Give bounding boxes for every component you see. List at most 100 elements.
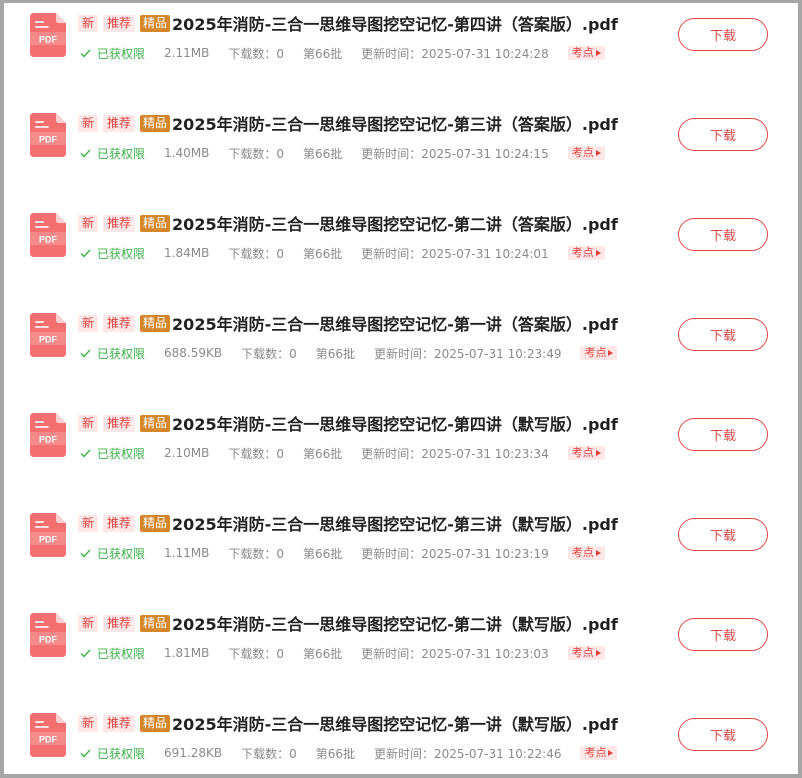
tag-fine: 精品 xyxy=(140,214,171,232)
permission-status: 已获权限 xyxy=(80,345,145,362)
point-badge[interactable]: 考点 xyxy=(567,646,605,660)
tag-new: 新 xyxy=(78,214,99,232)
tag-recommend: 推荐 xyxy=(103,714,136,732)
point-badge[interactable]: 考点 xyxy=(567,446,605,460)
file-title[interactable]: 2025年消防-三合一思维导图挖空记忆-第一讲（默写版）.pdf xyxy=(172,711,618,735)
file-row: PDF 新 推荐 精品 2025年消防-三合一思维导图挖空记忆-第二讲（答案版）… xyxy=(4,203,798,303)
title-line: 新 推荐 精品 2025年消防-三合一思维导图挖空记忆-第一讲（答案版）.pdf xyxy=(78,310,618,336)
file-size: 2.10MB xyxy=(164,446,210,460)
meta-line: 已获权限 1.11MB 下载数：0 第66批 更新时间：2025-07-31 1… xyxy=(80,544,605,562)
pdf-file-icon: PDF xyxy=(30,113,66,157)
permission-label: 已获权限 xyxy=(97,146,146,161)
update-time: 更新时间：2025-07-31 10:23:03 xyxy=(361,646,549,661)
check-icon xyxy=(80,549,91,558)
download-button[interactable]: 下载 xyxy=(678,218,768,251)
update-time: 更新时间：2025-07-31 10:23:19 xyxy=(361,546,549,561)
file-row: PDF 新 推荐 精品 2025年消防-三合一思维导图挖空记忆-第三讲（默写版）… xyxy=(4,503,798,603)
pdf-file-icon: PDF xyxy=(30,513,66,557)
tag-fine: 精品 xyxy=(140,414,171,432)
pdf-file-icon: PDF xyxy=(30,613,66,657)
download-button[interactable]: 下载 xyxy=(678,18,768,51)
tag-recommend: 推荐 xyxy=(103,514,136,532)
permission-label: 已获权限 xyxy=(97,546,146,561)
file-title[interactable]: 2025年消防-三合一思维导图挖空记忆-第二讲（答案版）.pdf xyxy=(172,211,618,235)
permission-label: 已获权限 xyxy=(97,46,146,61)
update-time: 更新时间：2025-07-31 10:24:15 xyxy=(361,146,549,161)
file-title[interactable]: 2025年消防-三合一思维导图挖空记忆-第三讲（答案版）.pdf xyxy=(172,111,618,135)
point-badge[interactable]: 考点 xyxy=(567,146,605,160)
batch-label: 第66批 xyxy=(302,146,343,161)
meta-line: 已获权限 2.11MB 下载数：0 第66批 更新时间：2025-07-31 1… xyxy=(80,44,605,62)
batch-label: 第66批 xyxy=(315,346,356,361)
permission-label: 已获权限 xyxy=(97,246,146,261)
download-button[interactable]: 下载 xyxy=(678,618,768,651)
batch-label: 第66批 xyxy=(302,446,343,461)
check-icon xyxy=(80,749,91,758)
tag-recommend: 推荐 xyxy=(103,214,136,232)
point-badge[interactable]: 考点 xyxy=(580,746,618,760)
file-size: 1.40MB xyxy=(164,146,210,160)
download-count: 下载数：0 xyxy=(241,746,297,761)
pdf-file-icon: PDF xyxy=(30,413,66,457)
download-count: 下载数：0 xyxy=(228,546,284,561)
tag-fine: 精品 xyxy=(140,514,171,532)
file-title[interactable]: 2025年消防-三合一思维导图挖空记忆-第三讲（默写版）.pdf xyxy=(172,511,618,535)
download-count: 下载数：0 xyxy=(228,46,284,61)
check-icon xyxy=(80,49,91,58)
file-row: PDF 新 推荐 精品 2025年消防-三合一思维导图挖空记忆-第三讲（答案版）… xyxy=(4,103,798,203)
play-arrow-icon xyxy=(595,650,601,656)
file-size: 1.81MB xyxy=(164,646,210,660)
tag-recommend: 推荐 xyxy=(103,414,136,432)
file-row: PDF 新 推荐 精品 2025年消防-三合一思维导图挖空记忆-第四讲（默写版）… xyxy=(4,403,798,503)
download-button[interactable]: 下载 xyxy=(678,518,768,551)
title-line: 新 推荐 精品 2025年消防-三合一思维导图挖空记忆-第三讲（答案版）.pdf xyxy=(78,110,618,136)
point-badge[interactable]: 考点 xyxy=(567,46,605,60)
meta-line: 已获权限 1.81MB 下载数：0 第66批 更新时间：2025-07-31 1… xyxy=(80,644,605,662)
permission-status: 已获权限 xyxy=(80,545,145,562)
file-title[interactable]: 2025年消防-三合一思维导图挖空记忆-第一讲（答案版）.pdf xyxy=(172,311,618,335)
tag-recommend: 推荐 xyxy=(103,14,136,32)
meta-line: 已获权限 688.59KB 下载数：0 第66批 更新时间：2025-07-31… xyxy=(80,344,618,362)
tag-new: 新 xyxy=(78,114,99,132)
file-title[interactable]: 2025年消防-三合一思维导图挖空记忆-第四讲（默写版）.pdf xyxy=(172,411,618,435)
tag-fine: 精品 xyxy=(140,714,171,732)
point-label: 考点 xyxy=(571,46,594,59)
tag-new: 新 xyxy=(78,414,99,432)
download-button-label: 下载 xyxy=(709,429,736,444)
file-size: 688.59KB xyxy=(164,346,223,360)
play-arrow-icon xyxy=(608,350,614,356)
permission-status: 已获权限 xyxy=(80,145,145,162)
point-label: 考点 xyxy=(584,346,607,359)
batch-label: 第66批 xyxy=(302,246,343,261)
file-title[interactable]: 2025年消防-三合一思维导图挖空记忆-第四讲（答案版）.pdf xyxy=(172,11,618,35)
tag-new: 新 xyxy=(78,14,99,32)
play-arrow-icon xyxy=(608,750,614,756)
download-count: 下载数：0 xyxy=(241,346,297,361)
point-badge[interactable]: 考点 xyxy=(567,246,605,260)
title-line: 新 推荐 精品 2025年消防-三合一思维导图挖空记忆-第一讲（默写版）.pdf xyxy=(78,710,618,736)
update-time: 更新时间：2025-07-31 10:23:49 xyxy=(374,346,562,361)
download-button-label: 下载 xyxy=(709,229,736,244)
point-badge[interactable]: 考点 xyxy=(567,546,605,560)
download-button[interactable]: 下载 xyxy=(678,718,768,751)
batch-label: 第66批 xyxy=(302,646,343,661)
download-button[interactable]: 下载 xyxy=(678,418,768,451)
point-label: 考点 xyxy=(571,546,594,559)
file-size: 1.84MB xyxy=(164,246,210,260)
download-button-label: 下载 xyxy=(709,529,736,544)
check-icon xyxy=(80,349,91,358)
svg-text:PDF: PDF xyxy=(39,735,58,745)
download-count: 下载数：0 xyxy=(228,246,284,261)
download-button[interactable]: 下载 xyxy=(678,118,768,151)
play-arrow-icon xyxy=(595,450,601,456)
meta-line: 已获权限 691.28KB 下载数：0 第66批 更新时间：2025-07-31… xyxy=(80,744,618,762)
update-time: 更新时间：2025-07-31 10:23:34 xyxy=(361,446,549,461)
title-line: 新 推荐 精品 2025年消防-三合一思维导图挖空记忆-第二讲（默写版）.pdf xyxy=(78,610,618,636)
play-arrow-icon xyxy=(595,50,601,56)
point-label: 考点 xyxy=(584,746,607,759)
download-button[interactable]: 下载 xyxy=(678,318,768,351)
title-line: 新 推荐 精品 2025年消防-三合一思维导图挖空记忆-第四讲（答案版）.pdf xyxy=(78,10,618,36)
point-badge[interactable]: 考点 xyxy=(580,346,618,360)
file-title[interactable]: 2025年消防-三合一思维导图挖空记忆-第二讲（默写版）.pdf xyxy=(172,611,618,635)
svg-text:PDF: PDF xyxy=(39,435,58,445)
